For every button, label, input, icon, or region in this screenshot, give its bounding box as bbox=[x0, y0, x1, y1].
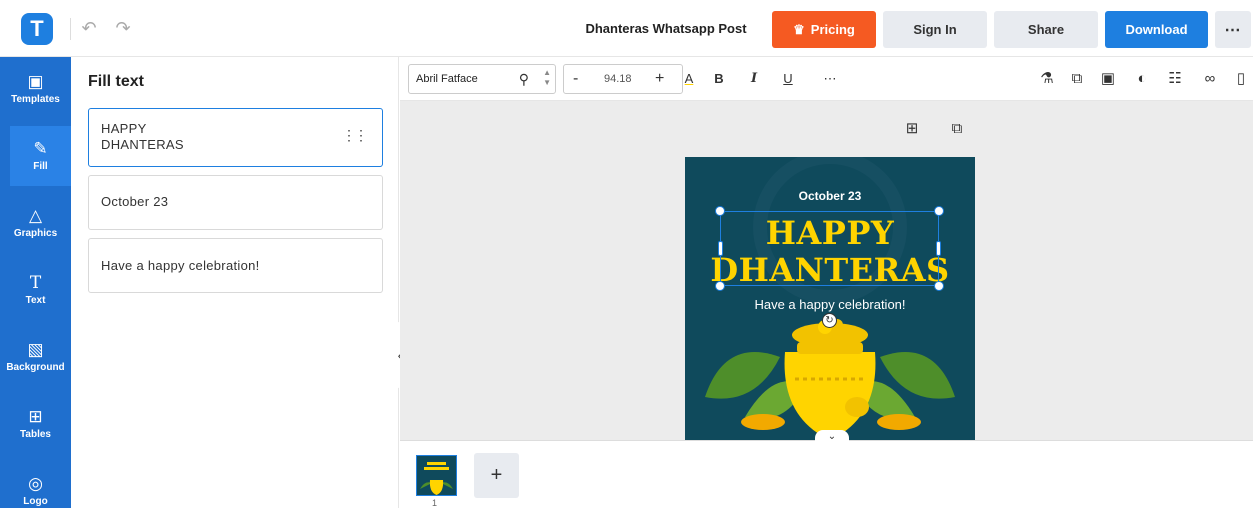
add-page-button[interactable]: + bbox=[474, 453, 519, 498]
sidebar-item-tables[interactable]: ⊞ Tables bbox=[0, 394, 71, 454]
underline-button[interactable]: U bbox=[776, 65, 800, 93]
sidebar-item-text[interactable]: T Text bbox=[0, 260, 71, 320]
undo-icon[interactable]: ↶ bbox=[78, 16, 100, 40]
pages-strip bbox=[400, 440, 1253, 508]
app-logo[interactable]: T bbox=[21, 13, 53, 45]
fill-text-item[interactable]: HAPPY DHANTERAS ⋮⋮ bbox=[88, 108, 383, 167]
sidebar-item-fill[interactable]: ✎ Fill bbox=[10, 126, 71, 186]
sidebar-item-graphics[interactable]: △ Graphics bbox=[0, 193, 71, 253]
search-icon[interactable]: ⚲ bbox=[519, 65, 529, 93]
table-icon: ⊞ bbox=[28, 407, 43, 426]
opacity-icon[interactable]: ◐ bbox=[1130, 65, 1154, 93]
shapes-icon: △ bbox=[28, 206, 43, 225]
sidebar-item-label: Text bbox=[25, 295, 46, 306]
rotate-icon[interactable]: ↻ bbox=[822, 313, 837, 328]
page-number: 1 bbox=[432, 498, 438, 508]
sidebar-item-label: Background bbox=[6, 362, 65, 373]
link-icon[interactable]: ∞ bbox=[1198, 65, 1222, 93]
post-date-text[interactable]: October 23 bbox=[685, 189, 975, 203]
text-icon: T bbox=[29, 273, 42, 293]
top-bar: T ↶ ↷ Dhanteras Whatsapp Post ♛ Pricing … bbox=[0, 0, 1253, 57]
increase-size-button[interactable]: + bbox=[655, 65, 664, 93]
font-name: Abril Fatface bbox=[416, 73, 478, 85]
sidebar-item-background[interactable]: ▧ Background bbox=[0, 327, 71, 387]
align-icon[interactable]: ☷ bbox=[1163, 65, 1187, 93]
font-size-value[interactable]: 94.18 bbox=[604, 65, 632, 93]
more-options-button[interactable]: ⋯ bbox=[1215, 11, 1251, 48]
divider bbox=[70, 18, 71, 40]
chevron-down-icon[interactable]: ⌄ bbox=[815, 430, 849, 444]
download-button[interactable]: Download bbox=[1105, 11, 1208, 48]
font-size-stepper[interactable]: - 94.18 + bbox=[563, 64, 683, 94]
font-family-select[interactable]: Abril Fatface ⚲ ▲ ▼ bbox=[408, 64, 556, 94]
fill-text-line: HAPPY bbox=[101, 121, 147, 136]
duplicate-page-icon[interactable]: ⧉ bbox=[946, 118, 968, 140]
resize-handle[interactable] bbox=[715, 206, 725, 216]
fill-text-line: October 23 bbox=[101, 194, 169, 209]
pricing-label: Pricing bbox=[810, 22, 855, 37]
resize-handle[interactable] bbox=[936, 241, 941, 256]
spinner-icon[interactable]: ▲ ▼ bbox=[543, 68, 551, 88]
background-icon: ▧ bbox=[27, 340, 44, 359]
fill-text-line: Have a happy celebration! bbox=[101, 258, 260, 273]
add-element-icon[interactable]: ⊞ bbox=[901, 118, 923, 140]
pricing-button[interactable]: ♛ Pricing bbox=[772, 11, 876, 48]
duplicate-icon[interactable]: ⧉ bbox=[1065, 65, 1089, 93]
sidebar-item-label: Fill bbox=[33, 161, 48, 172]
pencil-icon: ✎ bbox=[33, 139, 48, 158]
fill-text-item[interactable]: October 23 bbox=[88, 175, 383, 230]
sign-in-button[interactable]: Sign In bbox=[883, 11, 987, 48]
templates-icon: ▣ bbox=[27, 72, 44, 91]
bold-button[interactable]: B bbox=[707, 65, 731, 93]
fill-text-panel: Fill text HAPPY DHANTERAS ⋮⋮ October 23 … bbox=[71, 57, 399, 508]
paint-roller-icon[interactable]: ⚗ bbox=[1035, 65, 1059, 93]
sidebar-item-label: Graphics bbox=[13, 228, 58, 239]
sidebar-item-label: Templates bbox=[11, 94, 60, 105]
selection-box[interactable] bbox=[720, 211, 939, 286]
redo-icon[interactable]: ↷ bbox=[112, 16, 134, 40]
resize-handle[interactable] bbox=[934, 206, 944, 216]
share-button[interactable]: Share bbox=[994, 11, 1098, 48]
sidebar-item-label: Logo bbox=[23, 496, 48, 507]
more-format-button[interactable]: ⋯ bbox=[818, 65, 842, 93]
text-color-button[interactable]: A bbox=[677, 65, 701, 93]
delete-icon[interactable]: ▯ bbox=[1229, 65, 1253, 93]
page-thumbnail[interactable] bbox=[416, 455, 457, 496]
fill-text-item[interactable]: Have a happy celebration! bbox=[88, 238, 383, 293]
drag-handle-icon[interactable]: ⋮⋮ bbox=[342, 127, 368, 144]
sidebar-item-label: Tables bbox=[20, 429, 51, 440]
crown-icon: ♛ bbox=[793, 21, 805, 37]
logo-icon: ◎ bbox=[28, 474, 43, 493]
post-subtitle-text[interactable]: Have a happy celebration! bbox=[685, 297, 975, 312]
resize-handle[interactable] bbox=[715, 281, 725, 291]
panel-title: Fill text bbox=[88, 73, 145, 90]
document-title[interactable]: Dhanteras Whatsapp Post bbox=[576, 12, 756, 46]
left-sidebar: ▣ Templates ✎ Fill △ Graphics T Text ▧ B… bbox=[0, 57, 71, 508]
decrease-size-button[interactable]: - bbox=[573, 65, 578, 93]
design-canvas[interactable]: October 23 HAPPY DHANTERAS Have a happy … bbox=[685, 157, 975, 440]
sidebar-item-logo[interactable]: ◎ Logo bbox=[0, 461, 71, 521]
resize-handle[interactable] bbox=[718, 241, 723, 256]
resize-handle[interactable] bbox=[934, 281, 944, 291]
fill-text-line: DHANTERAS bbox=[101, 137, 184, 152]
thumbnail-preview bbox=[420, 462, 453, 495]
sidebar-item-templates[interactable]: ▣ Templates bbox=[0, 59, 71, 119]
italic-button[interactable]: I bbox=[742, 65, 766, 93]
format-toolbar: Abril Fatface ⚲ ▲ ▼ - 94.18 + A B I U ⋯ ⚗… bbox=[400, 57, 1253, 101]
layer-icon[interactable]: ▣ bbox=[1096, 65, 1120, 93]
